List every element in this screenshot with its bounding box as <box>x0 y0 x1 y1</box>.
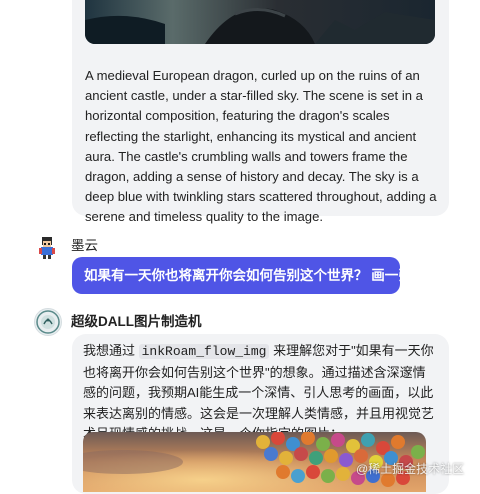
generated-image-dragon[interactable] <box>85 0 435 44</box>
user-message-bubble: 如果有一天你也将离开你会如何告别这个世界？ 画一张图 <box>72 257 425 294</box>
pixel-character-avatar-icon[interactable] <box>34 234 60 260</box>
logo-avatar-icon[interactable] <box>34 308 62 336</box>
user-name: 墨云 <box>71 238 98 253</box>
tool-code-inline: inkRoam_flow_img <box>138 344 270 359</box>
bot-name: 超级DALL图片制造机 <box>71 314 202 329</box>
bot-message-text: 我想通过 inkRoam_flow_img 来理解您对于"如果有一天你也将离开你… <box>83 341 438 445</box>
bot-message-text: A medieval European dragon, curled up on… <box>85 68 437 225</box>
bot-message-text-part: 我想通过 <box>83 343 139 358</box>
watermark: @稀土掘金技术社区 <box>356 462 465 476</box>
